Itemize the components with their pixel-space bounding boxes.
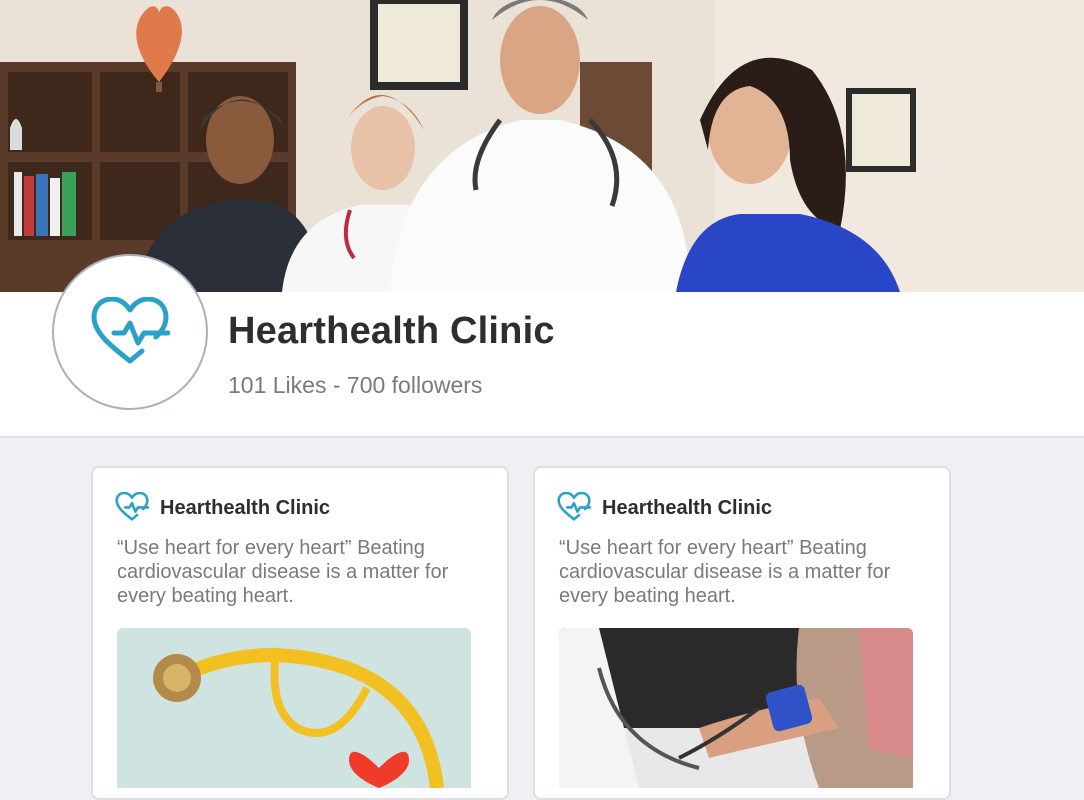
page-avatar[interactable] — [52, 254, 208, 410]
heart-pulse-icon — [557, 492, 591, 521]
cover-photo-graphic — [0, 0, 1084, 292]
post-text: “Use heart for every heart” Beating card… — [117, 537, 449, 607]
post-text: “Use heart for every heart” Beating card… — [559, 537, 891, 607]
cover-photo — [0, 0, 1084, 292]
post-author[interactable]: Hearthealth Clinic — [602, 497, 772, 520]
blood-pressure-measurement-image — [559, 628, 913, 788]
page-title: Hearthealth Clinic — [228, 310, 555, 352]
heart-pulse-icon — [91, 297, 170, 364]
post-image[interactable] — [117, 628, 471, 788]
post-author[interactable]: Hearthealth Clinic — [160, 497, 330, 520]
stethoscope-and-heart-image — [117, 628, 471, 788]
heart-pulse-icon — [115, 492, 149, 521]
page-stats: 101 Likes - 700 followers — [228, 372, 483, 398]
post-image[interactable] — [559, 628, 913, 788]
post-card[interactable]: Hearthealth Clinic “Use heart for every … — [533, 466, 951, 800]
post-card[interactable]: Hearthealth Clinic “Use heart for every … — [91, 466, 509, 800]
